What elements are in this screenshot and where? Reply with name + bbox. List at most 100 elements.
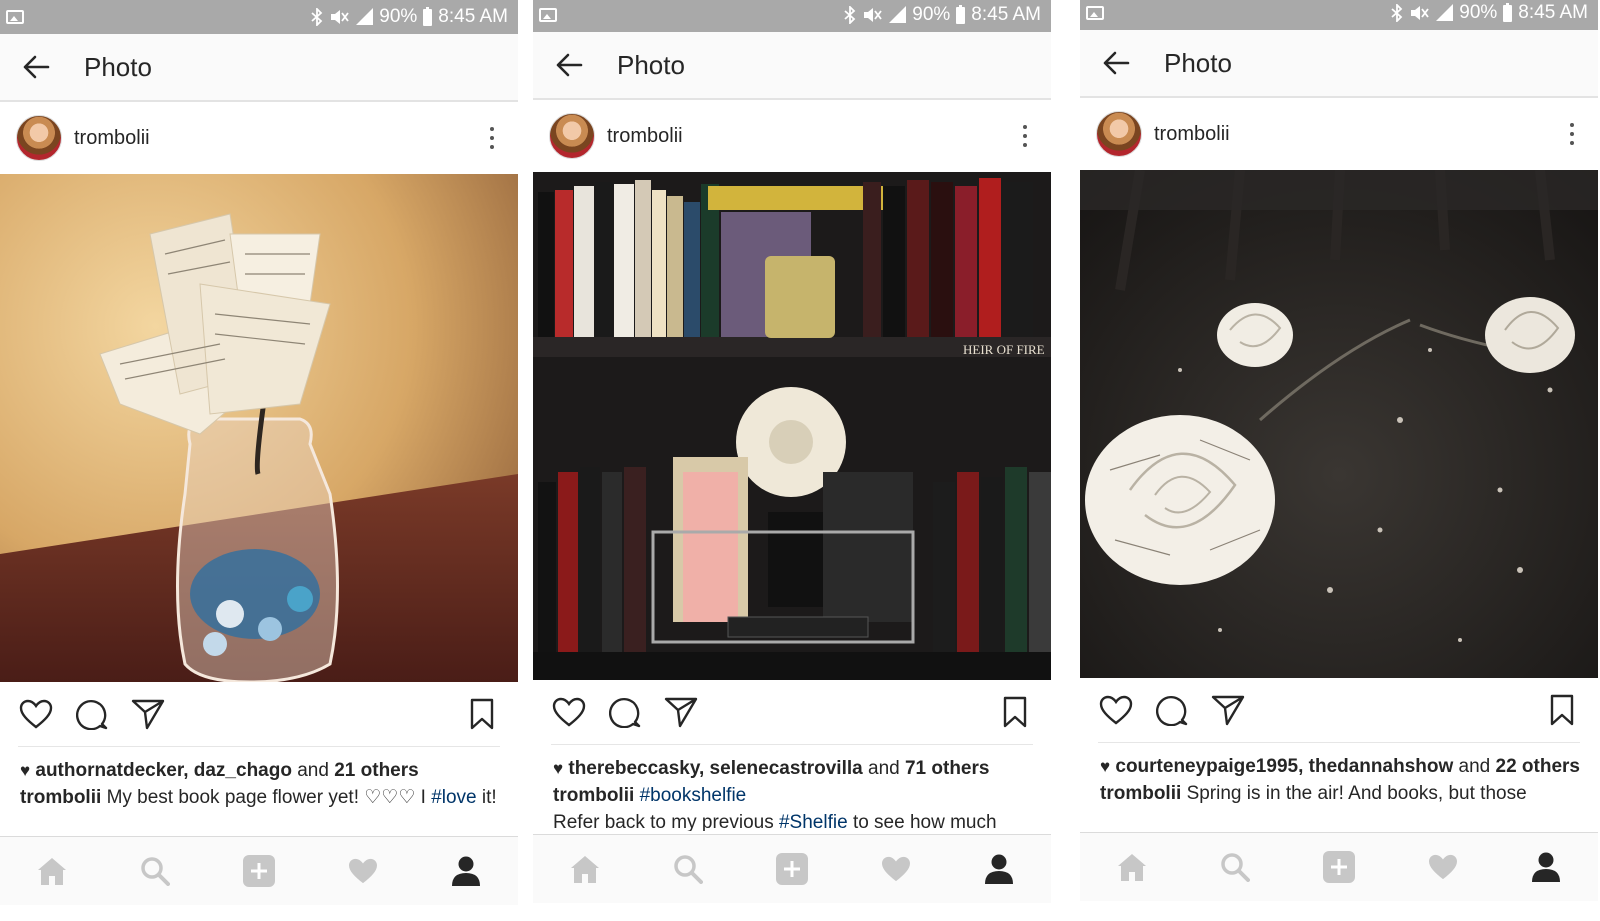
caption-username[interactable]: trombolii (553, 785, 634, 806)
username[interactable]: trombolii (607, 125, 683, 148)
nav-home[interactable] (32, 851, 72, 891)
small-heart-icon: ♥ (553, 759, 564, 778)
page-title: Photo (1164, 47, 1232, 78)
post-caption: ♥ therebeccasky, selenecastrovilla and 7… (533, 745, 1051, 831)
share-button[interactable] (1210, 692, 1246, 728)
avatar[interactable] (1096, 111, 1142, 157)
back-button[interactable] (1098, 45, 1134, 81)
back-button[interactable] (18, 49, 54, 85)
nav-profile[interactable] (446, 851, 486, 891)
svg-text:HEIR OF FIRE: HEIR OF FIRE (963, 342, 1045, 357)
activity-heart-icon (348, 858, 377, 884)
paper-roses-in-soil-image (1080, 170, 1598, 678)
battery-percent: 90% (379, 6, 418, 27)
status-bar: 90% 8:45 AM (533, 0, 1051, 32)
activity-heart-icon (881, 856, 910, 882)
clock: 8:45 AM (1518, 2, 1588, 23)
post-photo[interactable] (1080, 170, 1598, 678)
username[interactable]: trombolii (1154, 123, 1230, 146)
likes-count[interactable]: 22 others (1496, 756, 1580, 777)
lte-signal-icon (888, 6, 907, 24)
battery-icon (423, 6, 433, 26)
comment-button[interactable] (1154, 692, 1190, 728)
nav-profile[interactable] (979, 849, 1019, 889)
bookshelf-image: HEIR OF FIRE (533, 172, 1051, 680)
caption-username[interactable]: trombolii (1100, 783, 1181, 804)
mute-icon (331, 10, 349, 24)
mute-icon (1411, 6, 1429, 20)
battery-percent: 90% (912, 4, 951, 25)
back-button[interactable] (551, 47, 587, 83)
save-button[interactable] (997, 694, 1033, 730)
heart-icon (1099, 695, 1133, 725)
nav-activity[interactable] (343, 851, 383, 891)
username[interactable]: trombolii (74, 127, 150, 150)
nav-profile[interactable] (1526, 847, 1566, 887)
hashtag-link[interactable]: #bookshelfie (640, 785, 747, 806)
phone-screen-1: 90% 8:45 AM Photo trombolii ♥ authornatd… (0, 0, 518, 921)
nav-activity[interactable] (876, 849, 916, 889)
hashtag-link[interactable]: #love (431, 787, 476, 808)
page-title: Photo (84, 51, 152, 82)
caption-username[interactable]: trombolii (20, 787, 101, 808)
nav-search[interactable] (135, 851, 175, 891)
post-photo[interactable] (0, 174, 518, 682)
avatar[interactable] (549, 113, 595, 159)
nav-home[interactable] (1112, 847, 1152, 887)
more-options-button[interactable] (1562, 123, 1582, 145)
nav-add[interactable] (1319, 847, 1359, 887)
share-icon (131, 699, 165, 730)
mute-icon (864, 8, 882, 22)
search-icon (1221, 853, 1251, 882)
nav-activity[interactable] (1423, 847, 1463, 887)
small-heart-icon: ♥ (20, 761, 31, 780)
liked-by-users[interactable]: authornatdecker, daz_chago (35, 760, 292, 781)
share-button[interactable] (130, 696, 166, 732)
nav-search[interactable] (1215, 847, 1255, 887)
small-heart-icon: ♥ (1100, 757, 1111, 776)
comment-button[interactable] (607, 694, 643, 730)
liked-by-users[interactable]: courteneypaige1995, thedannahshow (1115, 756, 1453, 777)
like-button[interactable] (1098, 692, 1134, 728)
save-button[interactable] (1544, 692, 1580, 728)
status-bar: 90% 8:45 AM (1080, 0, 1598, 30)
bluetooth-icon (311, 8, 323, 26)
comment-icon (1156, 696, 1188, 726)
image-notification-icon (1086, 6, 1104, 20)
back-arrow-icon (23, 55, 50, 79)
hashtag-link[interactable]: #Shelfie (779, 812, 848, 831)
post-actions (0, 682, 518, 746)
activity-heart-icon (1428, 854, 1457, 880)
home-icon (37, 858, 66, 885)
liked-by-users[interactable]: therebeccasky, selenecastrovilla (568, 758, 862, 779)
post-caption: ♥ authornatdecker, daz_chago and 21 othe… (0, 747, 518, 833)
nav-add[interactable] (772, 849, 812, 889)
like-button[interactable] (551, 694, 587, 730)
bluetooth-icon (844, 6, 856, 24)
nav-add[interactable] (239, 851, 279, 891)
nav-search[interactable] (668, 849, 708, 889)
like-button[interactable] (18, 696, 54, 732)
post-header: trombolii (533, 100, 1051, 172)
more-options-button[interactable] (482, 127, 502, 149)
post-actions (533, 680, 1051, 744)
likes-count[interactable]: 71 others (905, 758, 989, 779)
save-button[interactable] (464, 696, 500, 732)
bookmark-icon (1550, 694, 1574, 726)
bottom-nav (533, 834, 1051, 903)
nav-home[interactable] (565, 849, 605, 889)
app-bar: Photo (1080, 30, 1598, 98)
app-bar: Photo (0, 34, 518, 102)
likes-summary[interactable]: ♥ courteneypaige1995, thedannahshow and … (1100, 753, 1580, 780)
battery-percent: 90% (1459, 2, 1498, 23)
likes-count[interactable]: 21 others (334, 760, 418, 781)
likes-summary[interactable]: ♥ authornatdecker, daz_chago and 21 othe… (20, 757, 500, 784)
comment-button[interactable] (74, 696, 110, 732)
heart-icon (19, 699, 53, 729)
more-options-button[interactable] (1015, 125, 1035, 147)
profile-icon (1532, 852, 1561, 882)
likes-summary[interactable]: ♥ therebeccasky, selenecastrovilla and 7… (553, 755, 1033, 782)
post-photo[interactable]: HEIR OF FIRE (533, 172, 1051, 680)
avatar[interactable] (16, 115, 62, 161)
share-button[interactable] (663, 694, 699, 730)
